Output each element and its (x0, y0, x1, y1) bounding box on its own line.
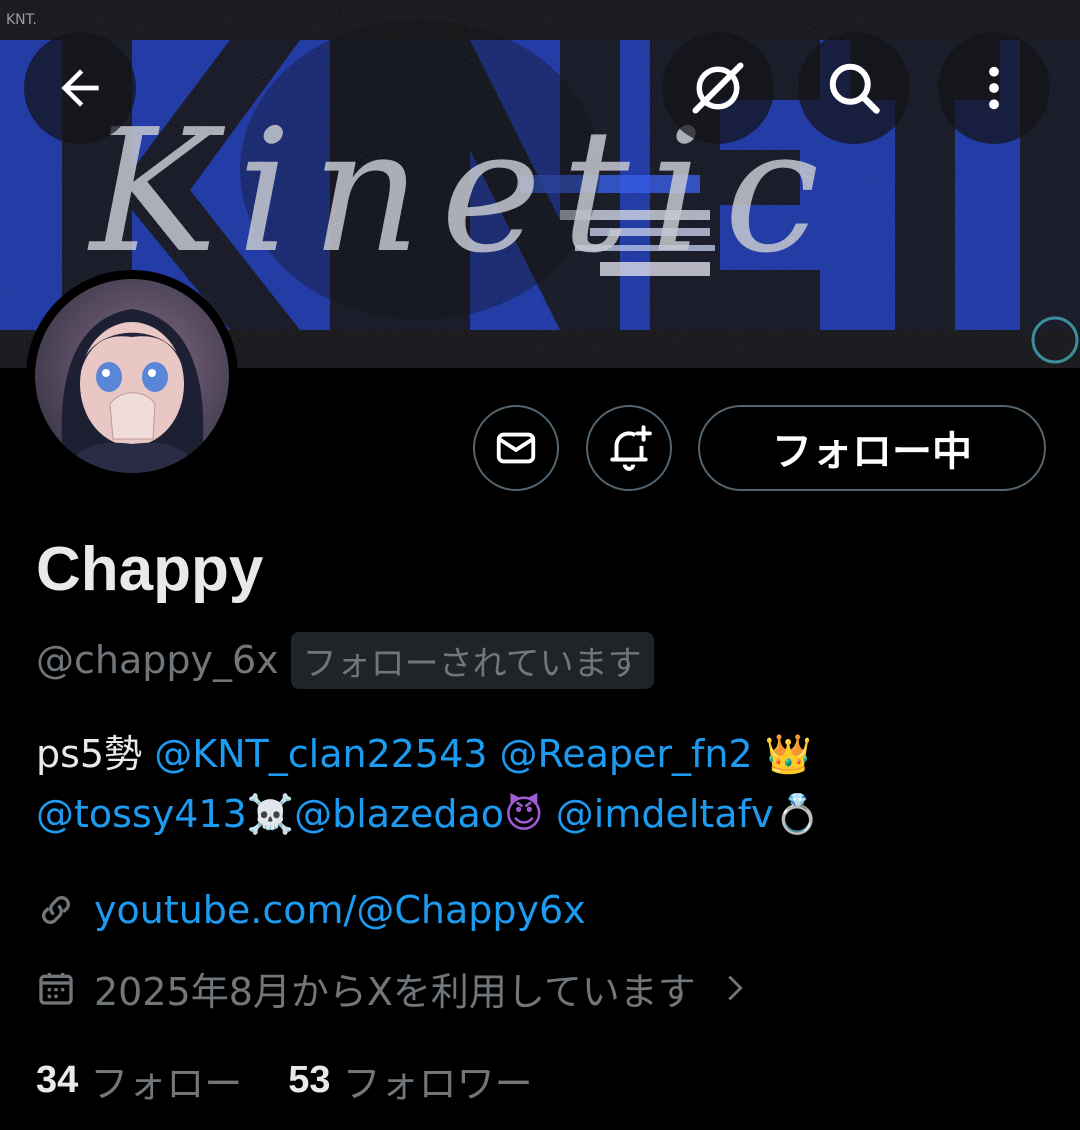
handle: @chappy_6x (36, 638, 279, 682)
mail-icon (496, 432, 536, 464)
ring-emoji: 💍 (773, 792, 821, 836)
message-button[interactable] (473, 405, 559, 491)
mention-link[interactable]: @KNT_clan22543 (154, 732, 487, 776)
chevron-right-icon (728, 975, 743, 1001)
followers-count: 53 (288, 1058, 331, 1101)
following-label: フォロー (90, 1061, 243, 1106)
crown-emoji: 👑 (764, 732, 813, 776)
joined-date: 2025年8月からXを利用しています (94, 969, 696, 1014)
avatar[interactable] (26, 270, 238, 482)
banner-tag: KNT. (6, 12, 37, 28)
more-vertical-icon (989, 66, 999, 110)
devil-emoji: 😈 (504, 792, 544, 836)
search-button[interactable] (798, 32, 910, 144)
follow-stats: 34 フォロー 53 フォロワー (36, 1052, 579, 1108)
more-button[interactable] (938, 32, 1050, 144)
calendar-icon (39, 973, 73, 1005)
notifications-button[interactable] (586, 405, 672, 491)
bio: ps5勢 @KNT_clan22543 @Reaper_fn2 👑 @tossy… (36, 724, 1056, 844)
link-icon (42, 896, 70, 924)
following-button[interactable]: フォロー中 (698, 405, 1046, 491)
grok-icon (692, 62, 744, 114)
following-count: 34 (36, 1058, 79, 1101)
handle-row: @chappy_6x フォローされています (36, 631, 654, 689)
arrow-left-icon (61, 69, 99, 107)
avatar-image (35, 279, 229, 473)
website-link[interactable]: youtube.com/@Chappy6x (94, 888, 586, 932)
followers-label: フォロワー (342, 1061, 533, 1106)
followers-stat[interactable]: 53 フォロワー (288, 1053, 532, 1108)
bio-text: ps5勢 (36, 732, 155, 776)
mention-link[interactable]: @blazedao (294, 792, 504, 836)
joined-row[interactable]: 2025年8月からXを利用しています (36, 958, 752, 1018)
following-stat[interactable]: 34 フォロー (36, 1053, 242, 1108)
follows-you-badge: フォローされています (290, 631, 654, 689)
website-row: youtube.com/@Chappy6x (36, 880, 586, 940)
back-button[interactable] (24, 32, 136, 144)
mention-link[interactable]: @tossy413 (36, 792, 247, 836)
skull-emoji: ☠️ (246, 792, 295, 836)
search-icon (829, 63, 880, 114)
grok-button[interactable] (662, 32, 774, 144)
mention-link[interactable]: @Reaper_fn2 (500, 732, 753, 776)
mention-link[interactable]: @imdeltafv (556, 792, 774, 836)
display-name: Chappy (36, 535, 264, 604)
bell-plus-icon (610, 425, 652, 471)
